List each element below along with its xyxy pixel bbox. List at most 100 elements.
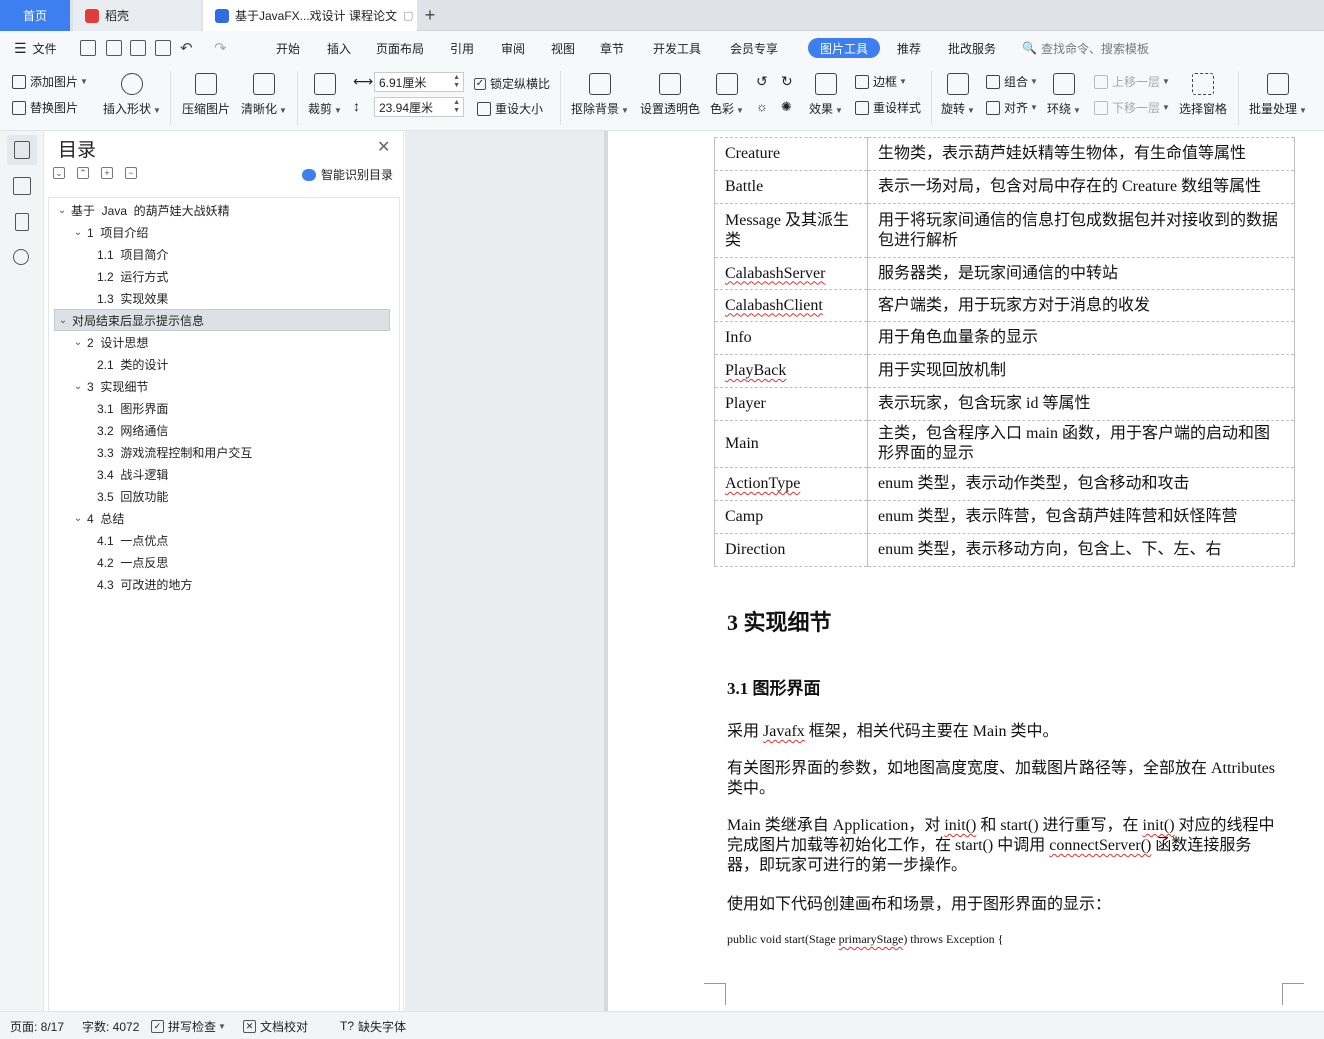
smart-toc-button[interactable]: 智能识别目录 — [302, 166, 393, 183]
print-preview-icon[interactable] — [155, 40, 171, 56]
insert-shape-button[interactable]: 插入形状 ▼ — [103, 73, 161, 117]
word-count[interactable]: 字数: 4072 — [82, 1012, 139, 1039]
toc-item[interactable]: 1.1 项目简介 — [49, 243, 389, 265]
toc-item[interactable]: 1.2 运行方式 — [49, 265, 389, 287]
toc-item[interactable]: ⌄ 1 项目介绍 — [49, 221, 389, 243]
class-desc-cell: enum 类型，表示阵营，包含葫芦娃阵营和妖怪阵营 — [867, 500, 1295, 534]
toc-item[interactable]: 3.1 图形界面 — [49, 397, 389, 419]
effects-button[interactable]: 效果 ▼ — [809, 73, 843, 117]
width-spinner-icon[interactable]: ▲ ▼ — [453, 74, 460, 90]
chevron-down-icon[interactable]: ⌄ — [56, 315, 70, 326]
toc-item[interactable]: 4.1 一点优点 — [49, 529, 389, 551]
rotate-left-icon[interactable]: ↺ — [756, 73, 768, 90]
contrast-icon[interactable]: ✺ — [781, 99, 792, 115]
toc-item-selected[interactable]: ⌄ 对局结束后显示提示信息 — [54, 309, 390, 331]
menu-chapter[interactable]: 章节 — [600, 31, 624, 65]
toc-item[interactable]: 3.3 游戏流程控制和用户交互 — [49, 441, 389, 463]
remove-heading-icon[interactable]: − — [125, 167, 137, 179]
toc-item[interactable]: 2.1 类的设计 — [49, 353, 389, 375]
send-backward-button[interactable]: 下移一层 ▼ — [1094, 99, 1170, 116]
reset-style-button[interactable]: 重设样式 — [855, 99, 921, 116]
toc-panel: 目录 ✕ ⌄ ⌃ + − 智能识别目录 ⌄ 基于 Java 的葫芦娃大战妖精 ⌄ 1 … — [44, 131, 404, 1011]
chevron-down-icon[interactable]: ⌄ — [71, 337, 85, 348]
toc-item[interactable]: 3.2 网络通信 — [49, 419, 389, 441]
toc-item[interactable]: ⌄ 3 实现细节 — [49, 375, 389, 397]
menu-picture-tools[interactable]: 图片工具 — [808, 38, 881, 58]
replace-image-button[interactable]: 替换图片 — [12, 99, 78, 116]
crop-button[interactable]: 裁剪 ▼ — [308, 73, 342, 117]
toc-item[interactable]: ⌄ 基于 Java 的葫芦娃大战妖精 — [49, 199, 389, 221]
menu-insert[interactable]: 插入 — [327, 31, 351, 65]
menu-page-layout[interactable]: 页面布局 — [376, 31, 424, 65]
page-indicator[interactable]: 页面: 8/17 — [10, 1012, 64, 1039]
reset-size-button[interactable]: 重设大小 — [477, 100, 543, 117]
tab-options-icon[interactable]: ▢ — [403, 9, 413, 22]
add-image-button[interactable]: 添加图片 ▼ — [12, 73, 88, 90]
chevron-down-icon[interactable]: ⌄ — [55, 205, 69, 216]
spell-check-button[interactable]: ✓ 拼写检查 ▼ — [151, 1012, 226, 1039]
menu-review[interactable]: 审阅 — [501, 31, 525, 65]
document-page[interactable]: Creature 生物类，表示葫芦娃妖精等生物体，有生命值等属性 Battle 表示一… — [608, 131, 1324, 1011]
tab-home[interactable]: 首页 — [0, 0, 70, 31]
menu-start[interactable]: 开始 — [276, 31, 300, 65]
align-button[interactable]: 对齐 ▼ — [986, 99, 1038, 116]
menu-view[interactable]: 视图 — [551, 31, 575, 65]
set-transparent-button[interactable]: 设置透明色 — [640, 73, 700, 117]
toc-item[interactable]: 3.4 战斗逻辑 — [49, 463, 389, 485]
missing-font-button[interactable]: T? 缺失字体 — [340, 1012, 406, 1039]
redo-icon[interactable]: ↷ — [214, 31, 227, 65]
command-search[interactable]: 🔍 查找命令、搜索模板 — [1022, 31, 1149, 65]
menu-developer[interactable]: 开发工具 — [653, 31, 701, 65]
menu-member[interactable]: 会员专享 — [730, 31, 778, 65]
selection-pane-button[interactable]: 选择窗格 — [1179, 73, 1227, 117]
save-icon[interactable] — [80, 40, 96, 56]
toc-item[interactable]: ⌄ 4 总结 — [49, 507, 389, 529]
toc-item[interactable]: ⌄ 2 设计思想 — [49, 331, 389, 353]
width-input[interactable]: 6.91厘米 ▲ ▼ — [374, 72, 464, 92]
color-button[interactable]: 色彩 ▼ — [710, 73, 744, 117]
add-heading-icon[interactable]: + — [101, 167, 113, 179]
toc-item[interactable]: 4.3 可改进的地方 — [49, 573, 389, 595]
print-icon[interactable] — [130, 40, 146, 56]
chevron-down-icon[interactable]: ⌄ — [71, 381, 85, 392]
class-name-cell: CalabashClient — [714, 289, 868, 322]
outline-view-icon[interactable] — [7, 135, 37, 165]
toc-item[interactable]: 4.2 一点反思 — [49, 551, 389, 573]
new-tab-button[interactable]: + — [420, 0, 440, 31]
document-proofread-button[interactable]: ✕ 文档校对 — [243, 1012, 308, 1039]
tab-docer[interactable]: 稻壳 — [73, 0, 201, 31]
border-button[interactable]: 边框 ▼ — [855, 73, 907, 90]
wrap-text-button[interactable]: 环绕 ▼ — [1047, 73, 1081, 117]
chevron-down-icon[interactable]: ⌄ — [71, 513, 85, 524]
sharpen-button[interactable]: 清晰化 ▼ — [241, 73, 287, 117]
brightness-icon[interactable]: ☼ — [756, 99, 768, 114]
height-spinner-icon[interactable]: ▲ ▼ — [453, 99, 460, 115]
file-menu[interactable]: ☰ 文件 — [14, 31, 57, 65]
toc-item[interactable]: 1.3 实现效果 — [49, 287, 389, 309]
align-icon — [986, 100, 1000, 115]
chevron-down-icon[interactable]: ⌄ — [71, 227, 85, 238]
menu-recommend[interactable]: 推荐 — [897, 31, 921, 65]
close-icon[interactable]: ✕ — [377, 137, 390, 157]
expand-level-icon[interactable]: ⌃ — [77, 167, 89, 179]
replace-image-label: 替换图片 — [30, 101, 79, 115]
rotate-right-icon[interactable]: ↻ — [781, 73, 793, 90]
group-button[interactable]: 组合 ▼ — [986, 73, 1038, 90]
remove-background-button[interactable]: 抠除背景 ▼ — [571, 73, 629, 117]
export-icon[interactable] — [106, 40, 122, 56]
collapse-all-icon[interactable]: ⌄ — [53, 167, 65, 179]
batch-process-button[interactable]: 批量处理 ▼ — [1249, 73, 1307, 117]
menu-correction[interactable]: 批改服务 — [948, 31, 996, 65]
menu-references[interactable]: 引用 — [450, 31, 474, 65]
height-input[interactable]: 23.94厘米 ▲ ▼ — [374, 97, 464, 117]
bookmark-icon[interactable] — [15, 213, 29, 231]
rotate-button[interactable]: 旋转 ▼ — [941, 73, 975, 117]
undo-icon[interactable]: ↶ — [180, 31, 193, 65]
lock-ratio-checkbox[interactable]: ✓ 锁定纵横比 — [474, 75, 550, 92]
search-icon[interactable] — [13, 249, 29, 265]
compress-image-button[interactable]: 压缩图片 — [182, 73, 230, 117]
tab-document[interactable]: 基于JavaFX...戏设计 课程论文 ▢ — [203, 0, 417, 31]
toc-item[interactable]: 3.5 回放功能 — [49, 485, 389, 507]
chapter-nav-icon[interactable] — [13, 177, 31, 195]
bring-forward-button[interactable]: 上移一层 ▼ — [1094, 73, 1170, 90]
